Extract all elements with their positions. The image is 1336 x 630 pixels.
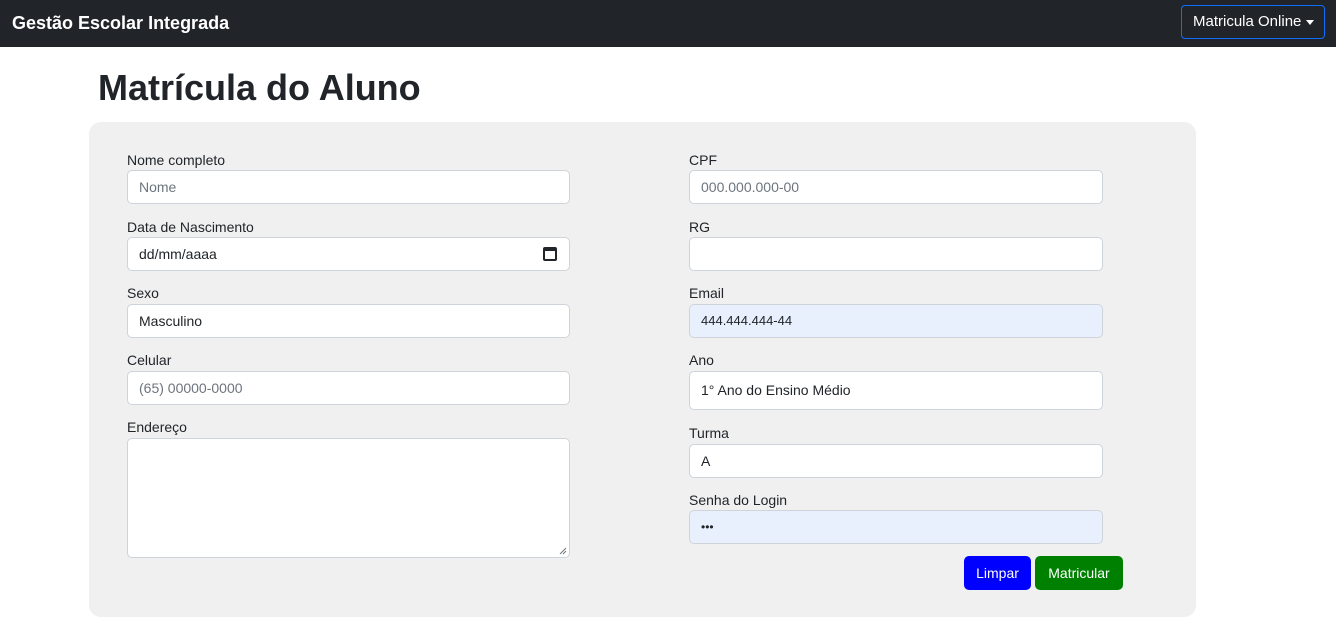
- rg-label: RG: [689, 219, 710, 235]
- turma-select[interactable]: A: [689, 444, 1103, 478]
- rg-input[interactable]: [689, 237, 1103, 271]
- nascimento-label: Data de Nascimento: [127, 219, 254, 235]
- limpar-button[interactable]: Limpar: [964, 556, 1031, 590]
- turma-label: Turma: [689, 425, 729, 441]
- email-input[interactable]: 444.444.444-44: [689, 304, 1103, 338]
- ano-select[interactable]: 1° Ano do Ensino Médio: [689, 371, 1103, 410]
- nascimento-value: dd/mm/aaaa: [139, 246, 217, 262]
- resize-grip-icon[interactable]: [559, 547, 567, 555]
- nome-label: Nome completo: [127, 152, 226, 168]
- dropdown-label: Matricula Online: [1193, 13, 1302, 30]
- caret-down-icon: [1306, 20, 1314, 25]
- page-title: Matrícula do Aluno: [98, 67, 421, 108]
- nome-input[interactable]: Nome: [127, 170, 570, 204]
- top-navbar: Gestão Escolar Integrada Matricula Onlin…: [0, 0, 1336, 47]
- sexo-select[interactable]: Masculino: [127, 304, 570, 338]
- email-label: Email: [689, 285, 725, 301]
- celular-input[interactable]: (65) 00000-0000: [127, 371, 570, 405]
- nascimento-date-input[interactable]: dd/mm/aaaa: [127, 237, 570, 271]
- cpf-label: CPF: [689, 152, 717, 168]
- matricular-button[interactable]: Matricular: [1035, 556, 1123, 590]
- senha-password-input[interactable]: •••: [689, 510, 1103, 544]
- senha-label: Senha do Login: [689, 492, 788, 508]
- matricula-online-dropdown[interactable]: Matricula Online: [1181, 5, 1325, 39]
- cpf-input[interactable]: 000.000.000-00: [689, 170, 1103, 204]
- celular-label: Celular: [127, 352, 172, 368]
- ano-label: Ano: [689, 352, 714, 368]
- sexo-label: Sexo: [127, 285, 159, 301]
- calendar-icon[interactable]: [543, 247, 557, 261]
- app-brand[interactable]: Gestão Escolar Integrada: [12, 11, 229, 35]
- endereco-textarea[interactable]: [127, 438, 570, 558]
- endereco-label: Endereço: [127, 419, 187, 435]
